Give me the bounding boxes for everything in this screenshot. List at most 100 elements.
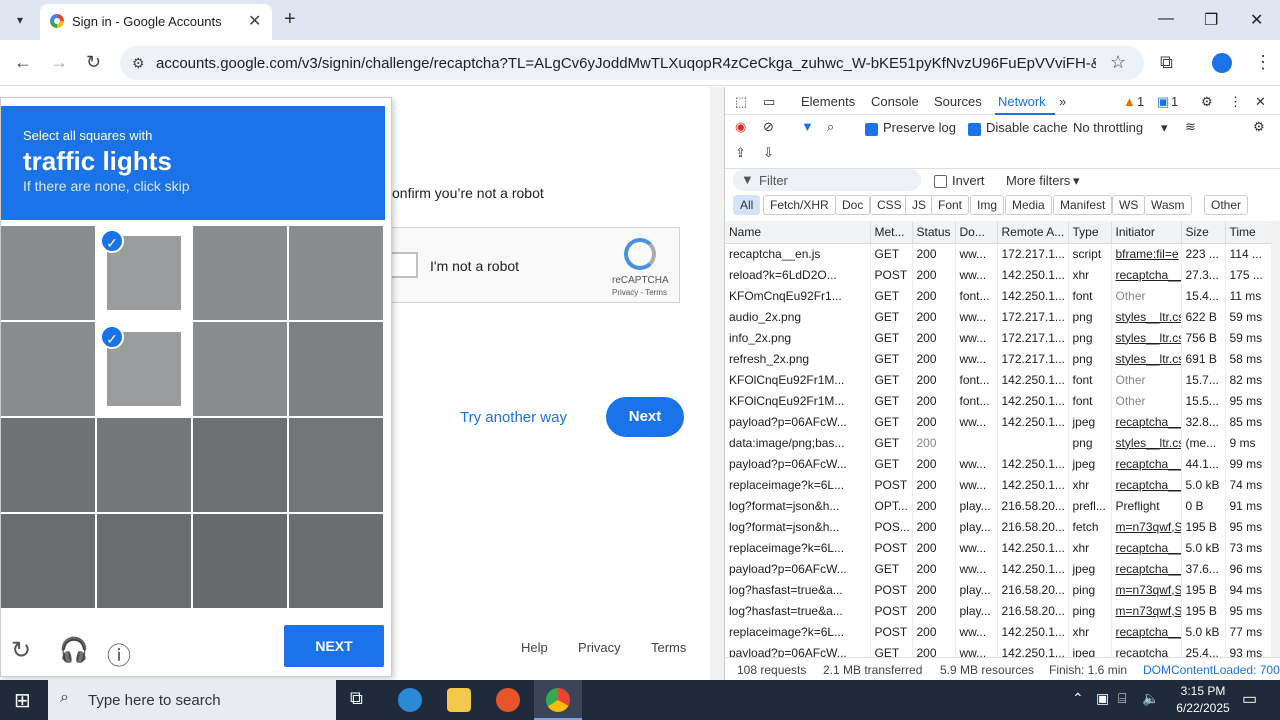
tab-elements[interactable]: Elements	[801, 94, 855, 109]
column-header[interactable]: Type	[1068, 221, 1112, 244]
filter-input[interactable]: ▼ Filter	[733, 169, 921, 191]
grid-tile-selected[interactable]: ✓	[97, 322, 191, 416]
chip-manifest[interactable]: Manifest	[1053, 195, 1113, 215]
profile-avatar[interactable]	[1212, 53, 1232, 73]
chip-img[interactable]: Img	[970, 195, 1005, 215]
grid-tile[interactable]	[1, 418, 95, 512]
firefox-icon[interactable]	[496, 688, 520, 712]
reload-challenge-icon[interactable]: ↻	[11, 636, 31, 665]
chip-js[interactable]: JS	[905, 195, 934, 215]
grid-tile[interactable]	[289, 226, 383, 320]
recaptcha-privacy-terms[interactable]: Privacy - Terms	[612, 288, 667, 297]
column-header[interactable]: Name	[725, 221, 871, 244]
table-row[interactable]: KFOmCnqEu92Fr1... GET 200 font... 142.250.1.…	[725, 285, 1272, 306]
table-row[interactable]: refresh_2x.png GET 200 ww... 172.217.1... png…	[725, 348, 1272, 369]
robot-checkbox[interactable]	[392, 252, 418, 278]
tab-search-icon[interactable]: ▾	[8, 8, 32, 32]
inspect-icon[interactable]: ⬚	[735, 94, 747, 110]
tab-network[interactable]: Network	[998, 94, 1046, 109]
try-another-way-link[interactable]: Try another way	[460, 409, 567, 426]
minimize-icon[interactable]: —	[1158, 10, 1174, 28]
table-row[interactable]: info_2x.png GET 200 ww... 172.217.1... png sty…	[725, 327, 1272, 348]
notifications-icon[interactable]: ▭	[1242, 689, 1257, 709]
column-header[interactable]: Size	[1181, 221, 1226, 244]
table-row[interactable]: payload?p=06AFcW... GET 200 ww... 142.250.1.…	[725, 411, 1272, 432]
preserve-log-checkbox[interactable]	[865, 121, 878, 137]
page-scrollbar[interactable]	[710, 87, 724, 680]
table-row[interactable]: data:image/png;bas... GET 200 png styles__lt…	[725, 432, 1272, 453]
column-header[interactable]: Status	[912, 221, 956, 244]
table-row[interactable]: replaceimage?k=6L... POST 200 ww... 142.250.…	[725, 537, 1272, 558]
taskbar-search[interactable]: ⌕ Type here to search	[48, 680, 336, 720]
grid-tile[interactable]	[97, 514, 191, 608]
record-icon[interactable]: ◉	[735, 119, 746, 135]
table-scrollbar[interactable]	[1271, 221, 1280, 657]
address-bar[interactable]: ⚙ accounts.google.com/v3/signin/challeng…	[120, 46, 1144, 80]
network-settings-icon[interactable]: ⚙	[1253, 119, 1265, 135]
import-har-icon[interactable]: ⇪	[735, 145, 746, 161]
volume-icon[interactable]: 🔈	[1142, 690, 1159, 707]
chip-ws[interactable]: WS	[1112, 195, 1146, 215]
column-header[interactable]: Met...	[870, 221, 913, 244]
url-text[interactable]: accounts.google.com/v3/signin/challenge/…	[156, 55, 1096, 72]
clear-icon[interactable]: ⊘	[763, 119, 774, 135]
close-devtools-icon[interactable]: ✕	[1255, 94, 1266, 110]
grid-tile-selected[interactable]: ✓	[97, 226, 191, 320]
table-row[interactable]: audio_2x.png GET 200 ww... 172.217.1... png st…	[725, 306, 1272, 327]
filter-icon[interactable]: ▼	[801, 119, 814, 134]
windows-start-icon[interactable]: ⊞	[14, 688, 31, 713]
bookmark-star-icon[interactable]: ☆	[1110, 52, 1126, 73]
table-row[interactable]: replaceimage?k=6L... POST 200 ww... 142.250.…	[725, 474, 1272, 495]
warning-icon[interactable]: ▲	[1123, 94, 1136, 109]
settings-icon[interactable]: ⚙	[1201, 94, 1213, 110]
menu-icon[interactable]: ⋮	[1254, 52, 1272, 73]
site-info-icon[interactable]: ⚙	[132, 55, 145, 72]
chip-other[interactable]: Other	[1204, 195, 1249, 215]
grid-tile[interactable]	[1, 514, 95, 608]
grid-tile[interactable]	[193, 514, 287, 608]
tab-sources[interactable]: Sources	[934, 94, 982, 109]
grid-tile[interactable]	[1, 322, 95, 416]
chip-font[interactable]: Font	[931, 195, 970, 215]
browser-tab[interactable]: Sign in - Google Accounts ✕	[40, 4, 272, 40]
info-icon[interactable]: ⓘ	[107, 636, 131, 671]
chip-all[interactable]: All	[733, 195, 761, 215]
task-view-icon[interactable]: ⧉	[350, 688, 363, 709]
tray-app-icon[interactable]: ▣	[1096, 690, 1109, 707]
search-icon[interactable]: ⌕	[827, 119, 834, 135]
chip-doc[interactable]: Doc	[835, 195, 871, 215]
table-row[interactable]: log?format=json&h... POS... 200 play... 216.…	[725, 516, 1272, 537]
forward-icon[interactable]: →	[50, 52, 68, 73]
table-row[interactable]: payload?p=06AFcW... GET 200 ww... 142.250.1.…	[725, 558, 1272, 579]
grid-tile[interactable]	[289, 322, 383, 416]
grid-tile[interactable]	[193, 418, 287, 512]
grid-tile[interactable]	[193, 226, 287, 320]
export-har-icon[interactable]: ⇩	[763, 145, 774, 161]
close-tab-icon[interactable]: ✕	[248, 11, 261, 31]
table-row[interactable]: log?hasfast=true&a... POST 200 play... 216.5…	[725, 579, 1272, 600]
grid-tile[interactable]	[1, 226, 95, 320]
table-row[interactable]: log?format=json&h... OPT... 200 play... 216.…	[725, 495, 1272, 516]
column-header[interactable]: Initiator	[1111, 221, 1182, 244]
grid-tile[interactable]	[193, 322, 287, 416]
table-row[interactable]: KFOlCnqEu92Fr1M... GET 200 font... 142.250.1…	[725, 390, 1272, 411]
chip-fetch-xhr[interactable]: Fetch/XHR	[763, 195, 836, 215]
tray-chevron-icon[interactable]: ⌃	[1072, 690, 1084, 707]
devtools-menu-icon[interactable]: ⋮	[1229, 94, 1242, 110]
restore-icon[interactable]: ❐	[1204, 10, 1218, 30]
table-row[interactable]: payload?p=06AFcW... GET 200 ww... 142.250.1.…	[725, 453, 1272, 474]
table-row[interactable]: recaptcha__en.js GET 200 ww... 172.217.1... s…	[725, 243, 1272, 264]
chevron-down-icon[interactable]: ▾	[1073, 173, 1080, 189]
messages-icon[interactable]: ▣	[1157, 94, 1169, 110]
chip-media[interactable]: Media	[1005, 195, 1052, 215]
edge-icon[interactable]	[398, 688, 422, 712]
back-icon[interactable]: ←	[14, 52, 32, 73]
chevron-down-icon[interactable]: ▾	[1161, 120, 1168, 136]
more-tabs-icon[interactable]: »	[1059, 94, 1066, 109]
column-header[interactable]: Do...	[955, 221, 998, 244]
disable-cache-checkbox[interactable]	[968, 121, 981, 137]
table-row[interactable]: log?hasfast=true&a... POST 200 play... 216.5…	[725, 600, 1272, 621]
footer-help-link[interactable]: Help	[521, 640, 548, 655]
clock-date[interactable]: 6/22/2025	[1168, 701, 1238, 715]
device-toolbar-icon[interactable]: ▭	[763, 94, 775, 110]
